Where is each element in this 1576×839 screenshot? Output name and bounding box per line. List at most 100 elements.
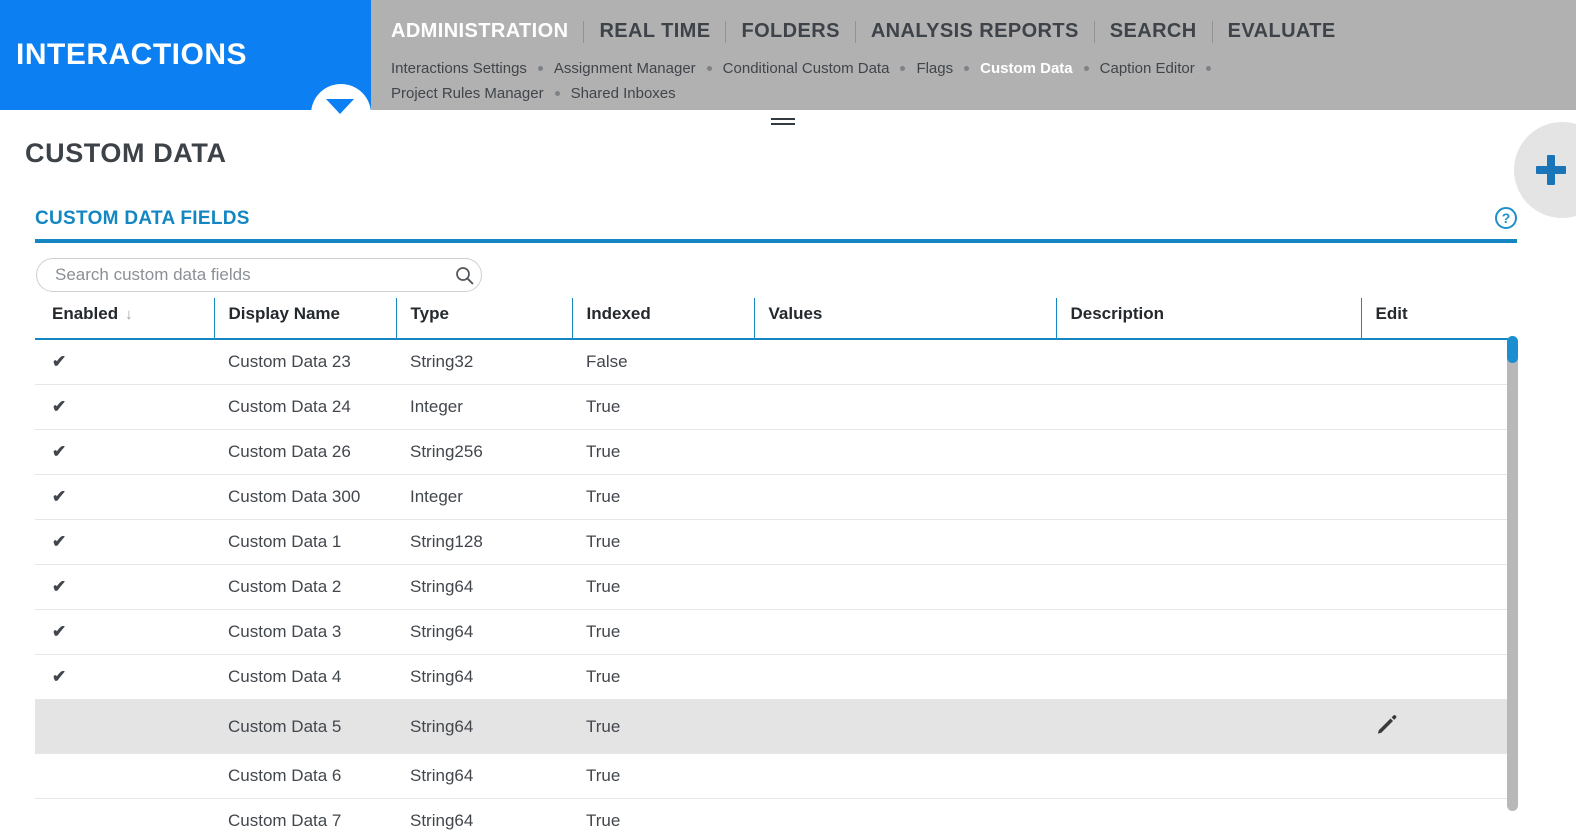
cell-indexed: True — [572, 654, 754, 700]
search-icon[interactable] — [447, 259, 481, 291]
cell-enabled: ✔ — [35, 474, 214, 520]
table-header-row: Enabled ↓ Display Name Type Indexed Value… — [35, 298, 1513, 340]
cell-display-name: Custom Data 5 — [214, 699, 396, 754]
subnav-item-caption-editor[interactable]: Caption Editor — [1100, 56, 1195, 81]
subnav-dot-separator — [1205, 66, 1211, 71]
cell-display-name: Custom Data 23 — [214, 339, 396, 385]
cell-description — [1056, 699, 1361, 754]
subnav-dot-separator — [964, 66, 970, 71]
cell-indexed: True — [572, 609, 754, 655]
nav-item-real-time[interactable]: REAL TIME — [584, 20, 725, 43]
subnav-item-shared-inboxes[interactable]: Shared Inboxes — [571, 81, 676, 106]
cell-display-name: Custom Data 24 — [214, 384, 396, 430]
custom-data-table-container: Enabled ↓ Display Name Type Indexed Value… — [35, 298, 1517, 839]
cell-edit — [1361, 474, 1513, 520]
nav-item-administration[interactable]: ADMINISTRATION — [391, 20, 583, 43]
subnav-item-flags[interactable]: Flags — [916, 56, 953, 81]
column-header-enabled[interactable]: Enabled ↓ — [35, 298, 214, 340]
cell-edit — [1361, 699, 1513, 754]
sort-descending-icon[interactable]: ↓ — [125, 306, 133, 323]
cell-indexed: True — [572, 564, 754, 610]
cell-indexed: True — [572, 519, 754, 565]
subnav-dot-separator — [1083, 66, 1089, 71]
cell-description — [1056, 654, 1361, 700]
table-row[interactable]: ✔ Custom Data 2 String64 True — [35, 564, 1513, 610]
cell-enabled: ✔ — [35, 564, 214, 610]
brand-banner: INTERACTIONS — [0, 0, 371, 110]
column-header-description[interactable]: Description — [1055, 298, 1361, 340]
cell-description — [1056, 798, 1361, 839]
column-header-values[interactable]: Values — [753, 298, 1056, 340]
nav-item-evaluate[interactable]: EVALUATE — [1213, 20, 1351, 43]
custom-data-table: Enabled ↓ Display Name Type Indexed Value… — [35, 298, 1513, 839]
subnav-item-interactions-settings[interactable]: Interactions Settings — [391, 56, 527, 81]
cell-enabled — [35, 798, 214, 839]
subnav-item-project-rules-manager[interactable]: Project Rules Manager — [391, 81, 544, 106]
table-row[interactable]: ✔ Custom Data 23 String32 False — [35, 339, 1513, 385]
cell-enabled: ✔ — [35, 384, 214, 430]
chevron-down-icon[interactable] — [326, 99, 354, 114]
cell-edit — [1361, 519, 1513, 565]
search-box[interactable] — [36, 258, 482, 292]
cell-display-name: Custom Data 300 — [214, 474, 396, 520]
column-header-indexed[interactable]: Indexed — [571, 298, 754, 340]
table-row[interactable]: Custom Data 6 String64 True — [35, 753, 1513, 799]
top-bar: INTERACTIONS ADMINISTRATION REAL TIME FO… — [0, 0, 1576, 118]
subnav-item-assignment-manager[interactable]: Assignment Manager — [554, 56, 696, 81]
column-header-display-name[interactable]: Display Name — [213, 298, 396, 340]
table-row[interactable]: ✔ Custom Data 26 String256 True — [35, 429, 1513, 475]
table-vertical-scrollbar[interactable] — [1507, 336, 1518, 811]
cell-values — [754, 429, 1056, 475]
subnav-dot-separator — [537, 66, 543, 71]
cell-description — [1056, 753, 1361, 799]
table-row[interactable]: Custom Data 7 String64 True — [35, 798, 1513, 839]
cell-edit — [1361, 753, 1513, 799]
table-row[interactable]: ✔ Custom Data 24 Integer True — [35, 384, 1513, 430]
cell-enabled: ✔ — [35, 609, 214, 655]
table-row[interactable]: ✔ Custom Data 3 String64 True — [35, 609, 1513, 655]
cell-indexed: True — [572, 474, 754, 520]
cell-type: String64 — [396, 609, 572, 655]
column-header-edit[interactable]: Edit — [1360, 298, 1513, 340]
column-label-enabled: Enabled — [52, 304, 119, 323]
handle-line — [771, 118, 795, 120]
nav-item-folders[interactable]: FOLDERS — [726, 20, 854, 43]
cell-edit — [1361, 564, 1513, 610]
cell-display-name: Custom Data 1 — [214, 519, 396, 565]
add-custom-data-button[interactable] — [1514, 122, 1576, 218]
plus-icon — [1536, 155, 1566, 185]
cell-enabled: ✔ — [35, 339, 214, 385]
nav-zone: ADMINISTRATION REAL TIME FOLDERS ANALYSI… — [371, 0, 1576, 110]
table-row[interactable]: Custom Data 5 String64 True — [35, 699, 1513, 754]
cell-indexed: True — [572, 798, 754, 839]
cell-display-name: Custom Data 7 — [214, 798, 396, 839]
search-input[interactable] — [37, 265, 447, 285]
cell-indexed: False — [572, 339, 754, 385]
cell-edit — [1361, 798, 1513, 839]
table-body: ✔ Custom Data 23 String32 False ✔ Custom… — [35, 339, 1513, 839]
cell-display-name: Custom Data 4 — [214, 654, 396, 700]
cell-type: Integer — [396, 384, 572, 430]
cell-description — [1056, 339, 1361, 385]
table-row[interactable]: ✔ Custom Data 300 Integer True — [35, 474, 1513, 520]
nav-item-search[interactable]: SEARCH — [1095, 20, 1212, 43]
cell-values — [754, 474, 1056, 520]
cell-description — [1056, 474, 1361, 520]
cell-enabled: ✔ — [35, 654, 214, 700]
panel-resize-handle[interactable] — [771, 118, 795, 128]
subnav-item-conditional-custom-data[interactable]: Conditional Custom Data — [723, 56, 890, 81]
cell-type: String64 — [396, 699, 572, 754]
column-header-type[interactable]: Type — [395, 298, 572, 340]
edit-pencil-icon[interactable] — [1375, 712, 1399, 736]
cell-enabled — [35, 753, 214, 799]
cell-description — [1056, 519, 1361, 565]
subnav-item-custom-data[interactable]: Custom Data — [980, 56, 1073, 81]
nav-item-analysis-reports[interactable]: ANALYSIS REPORTS — [856, 20, 1094, 43]
scrollbar-thumb[interactable] — [1507, 336, 1518, 363]
help-icon[interactable]: ? — [1495, 207, 1517, 229]
cell-edit — [1361, 339, 1513, 385]
table-row[interactable]: ✔ Custom Data 4 String64 True — [35, 654, 1513, 700]
cell-display-name: Custom Data 2 — [214, 564, 396, 610]
table-row[interactable]: ✔ Custom Data 1 String128 True — [35, 519, 1513, 565]
cell-values — [754, 699, 1056, 754]
